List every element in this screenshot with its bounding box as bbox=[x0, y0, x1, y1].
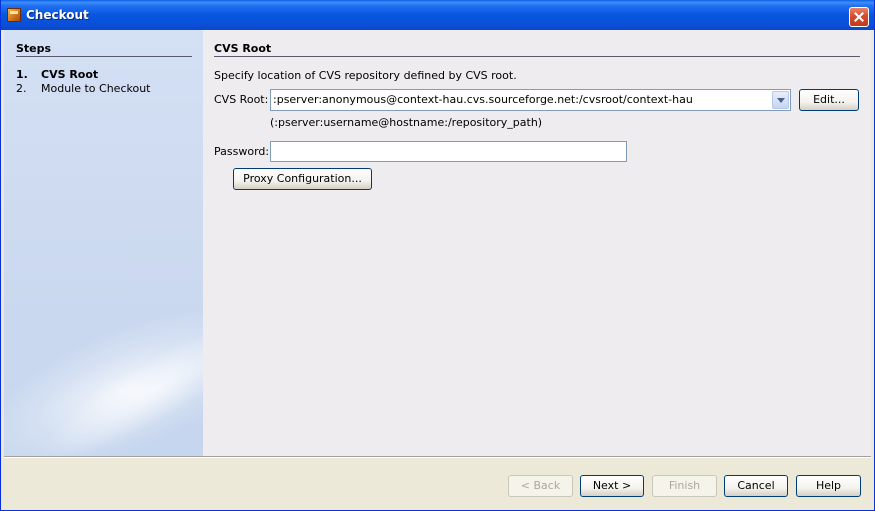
cvs-root-label: CVS Root: bbox=[214, 93, 269, 106]
chevron-down-icon[interactable] bbox=[772, 91, 789, 109]
step-number: 2. bbox=[16, 82, 27, 95]
finish-button[interactable]: Finish bbox=[652, 475, 717, 497]
back-button[interactable]: < Back bbox=[508, 475, 573, 497]
cvs-root-combobox[interactable]: :pserver:anonymous@context-hau.cvs.sourc… bbox=[270, 89, 791, 111]
step-number: 1. bbox=[16, 68, 28, 81]
steps-panel: Steps 1. CVS Root 2. Module to Checkout bbox=[4, 30, 203, 456]
help-button[interactable]: Help bbox=[796, 475, 861, 497]
title-bar[interactable]: Checkout bbox=[1, 0, 874, 30]
steps-title: Steps bbox=[16, 42, 52, 55]
footer-divider-highlight bbox=[4, 457, 871, 458]
proxy-configuration-button[interactable]: Proxy Configuration... bbox=[233, 168, 372, 190]
step-label: CVS Root bbox=[41, 68, 99, 81]
cvs-root-format-hint: (:pserver:username@hostname:/repository_… bbox=[270, 116, 543, 129]
close-button[interactable] bbox=[849, 7, 869, 27]
app-icon bbox=[7, 8, 21, 22]
dialog-content: Steps 1. CVS Root 2. Module to Checkout … bbox=[4, 30, 871, 456]
steps-divider bbox=[16, 56, 192, 57]
window-title: Checkout bbox=[26, 8, 89, 22]
next-button[interactable]: Next > bbox=[580, 475, 644, 497]
section-description: Specify location of CVS repository defin… bbox=[214, 69, 517, 82]
section-title: CVS Root bbox=[214, 42, 272, 55]
checkout-dialog: Checkout Steps 1. CVS Root 2. Module to … bbox=[0, 0, 875, 511]
password-field[interactable] bbox=[270, 141, 627, 162]
edit-button[interactable]: Edit... bbox=[799, 89, 859, 111]
cancel-button[interactable]: Cancel bbox=[724, 475, 788, 497]
cvs-root-value[interactable]: :pserver:anonymous@context-hau.cvs.sourc… bbox=[273, 93, 693, 106]
password-label: Password: bbox=[214, 145, 270, 158]
section-divider bbox=[214, 56, 860, 57]
main-panel: CVS Root Specify location of CVS reposit… bbox=[203, 30, 871, 456]
step-label: Module to Checkout bbox=[41, 82, 151, 95]
